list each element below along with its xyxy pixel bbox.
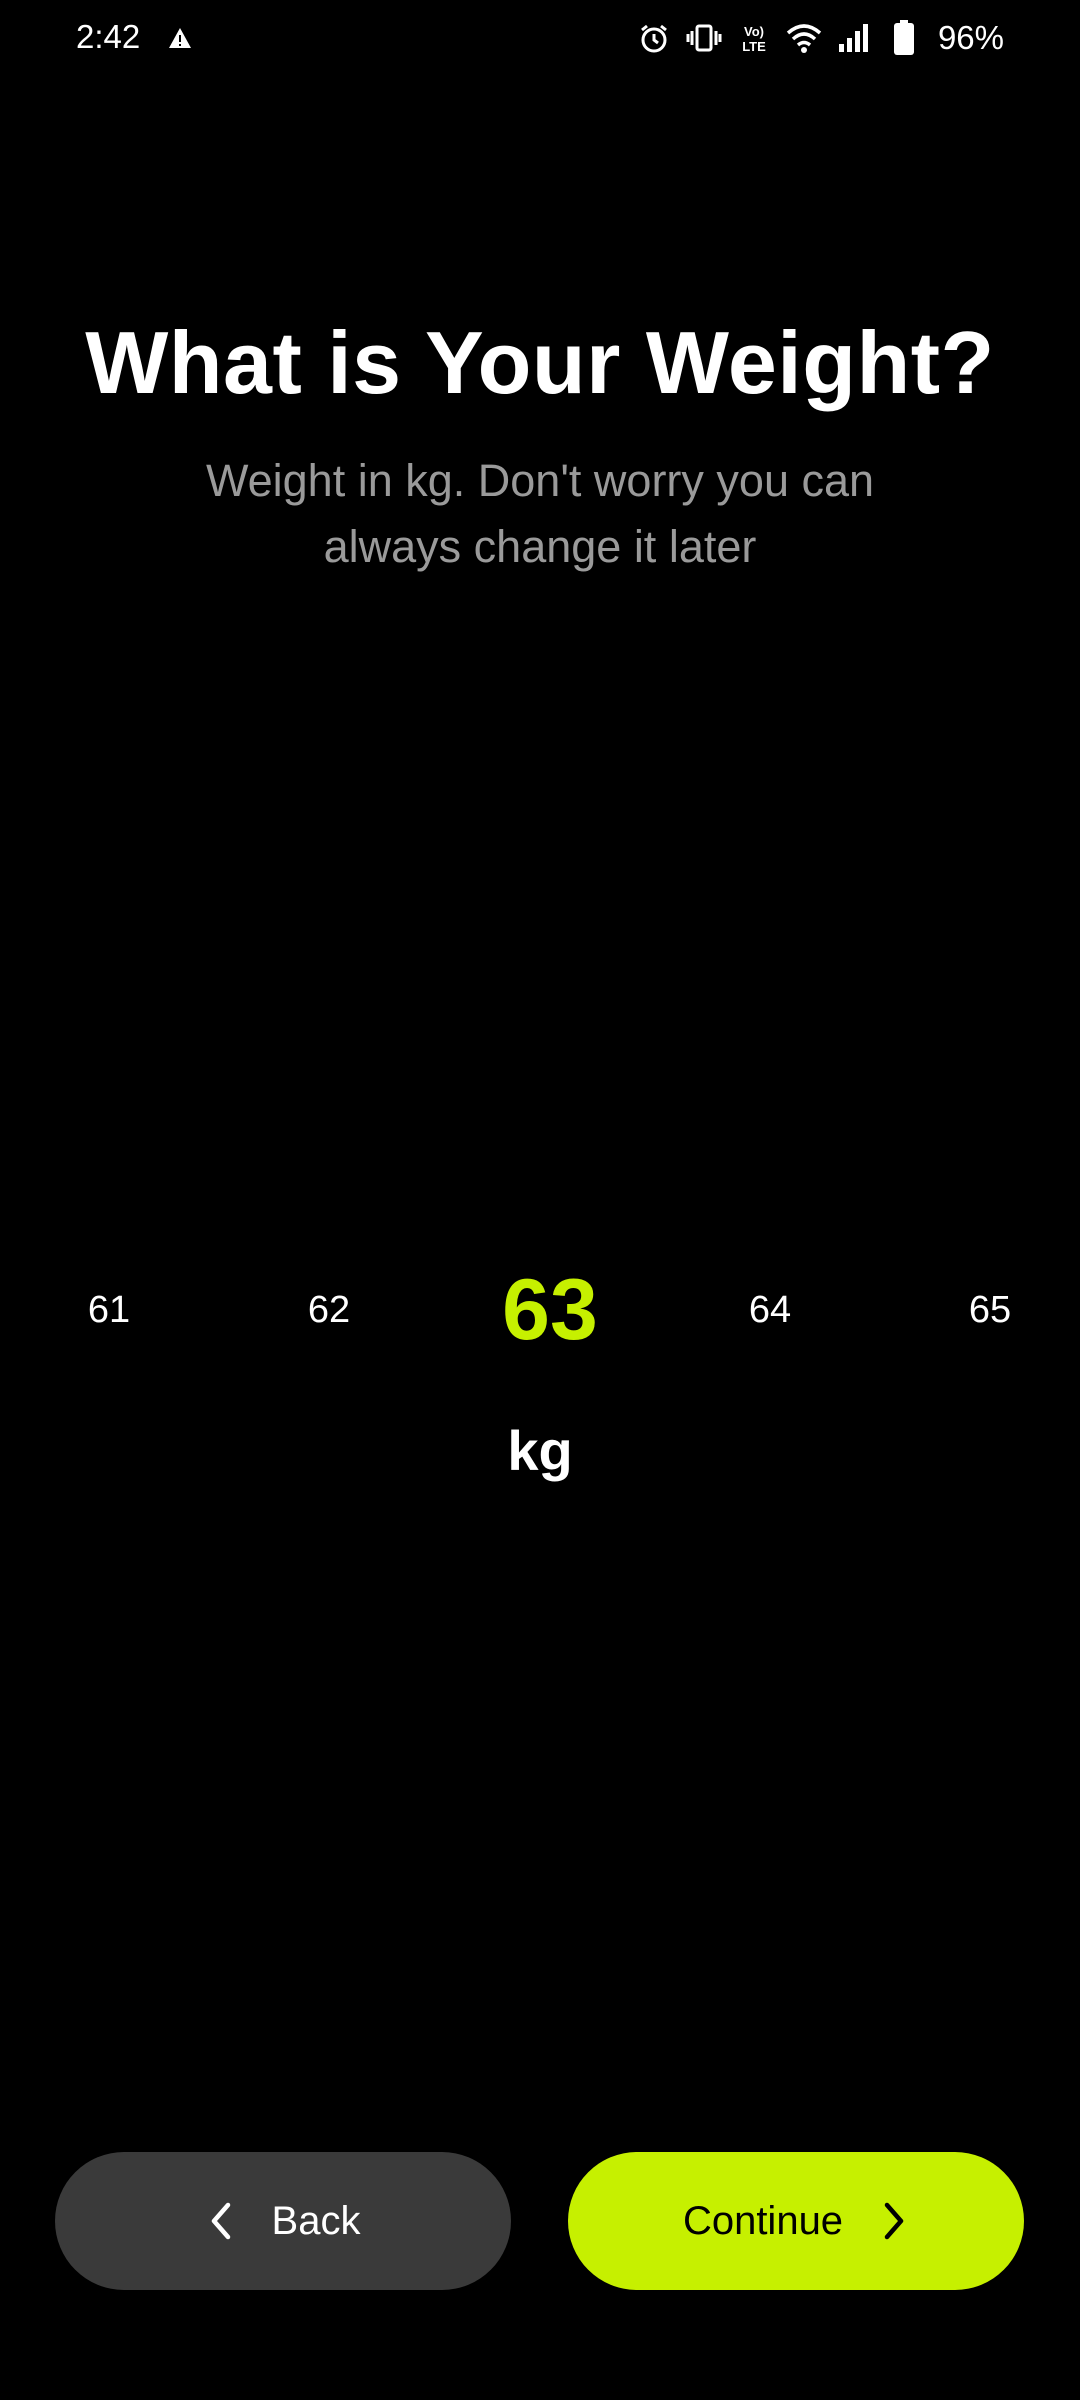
- back-button[interactable]: Back: [55, 2152, 511, 2290]
- picker-item[interactable]: 65: [910, 1270, 1070, 1350]
- vibrate-icon: [686, 20, 722, 56]
- wifi-icon: [786, 20, 822, 56]
- page-subtitle: Weight in kg. Don't worry you can always…: [205, 455, 875, 572]
- continue-button-label: Continue: [682, 2198, 844, 2243]
- status-time: 2:42: [76, 18, 141, 55]
- continue-button[interactable]: Continue: [568, 2152, 1024, 2290]
- unit-label: kg: [507, 1419, 573, 1482]
- battery-icon: [886, 20, 922, 56]
- chevron-left-icon: [206, 2201, 236, 2241]
- signal-icon: [836, 20, 872, 56]
- picker-item[interactable]: 62: [249, 1270, 409, 1350]
- status-bar: 2:42 Vo) LTE 96%: [0, 0, 1080, 80]
- picker-item-selected[interactable]: 63: [470, 1267, 630, 1353]
- svg-text:LTE: LTE: [742, 39, 766, 54]
- picker-item[interactable]: 61: [29, 1270, 189, 1350]
- alarm-icon: [636, 20, 672, 56]
- battery-percent: 96%: [937, 19, 1004, 56]
- status-icons: Vo) LTE 96%: [636, 16, 1004, 60]
- picker-item[interactable]: 64: [690, 1270, 850, 1350]
- volte-icon: Vo) LTE: [736, 20, 772, 56]
- page-title: What is Your Weight?: [85, 313, 995, 412]
- back-button-label: Back: [271, 2198, 361, 2243]
- svg-text:Vo): Vo): [744, 24, 764, 39]
- chevron-right-icon: [879, 2201, 909, 2241]
- alert-icon: [168, 26, 192, 50]
- weight-picker[interactable]: 61 62 63 64 65: [0, 1267, 1080, 1353]
